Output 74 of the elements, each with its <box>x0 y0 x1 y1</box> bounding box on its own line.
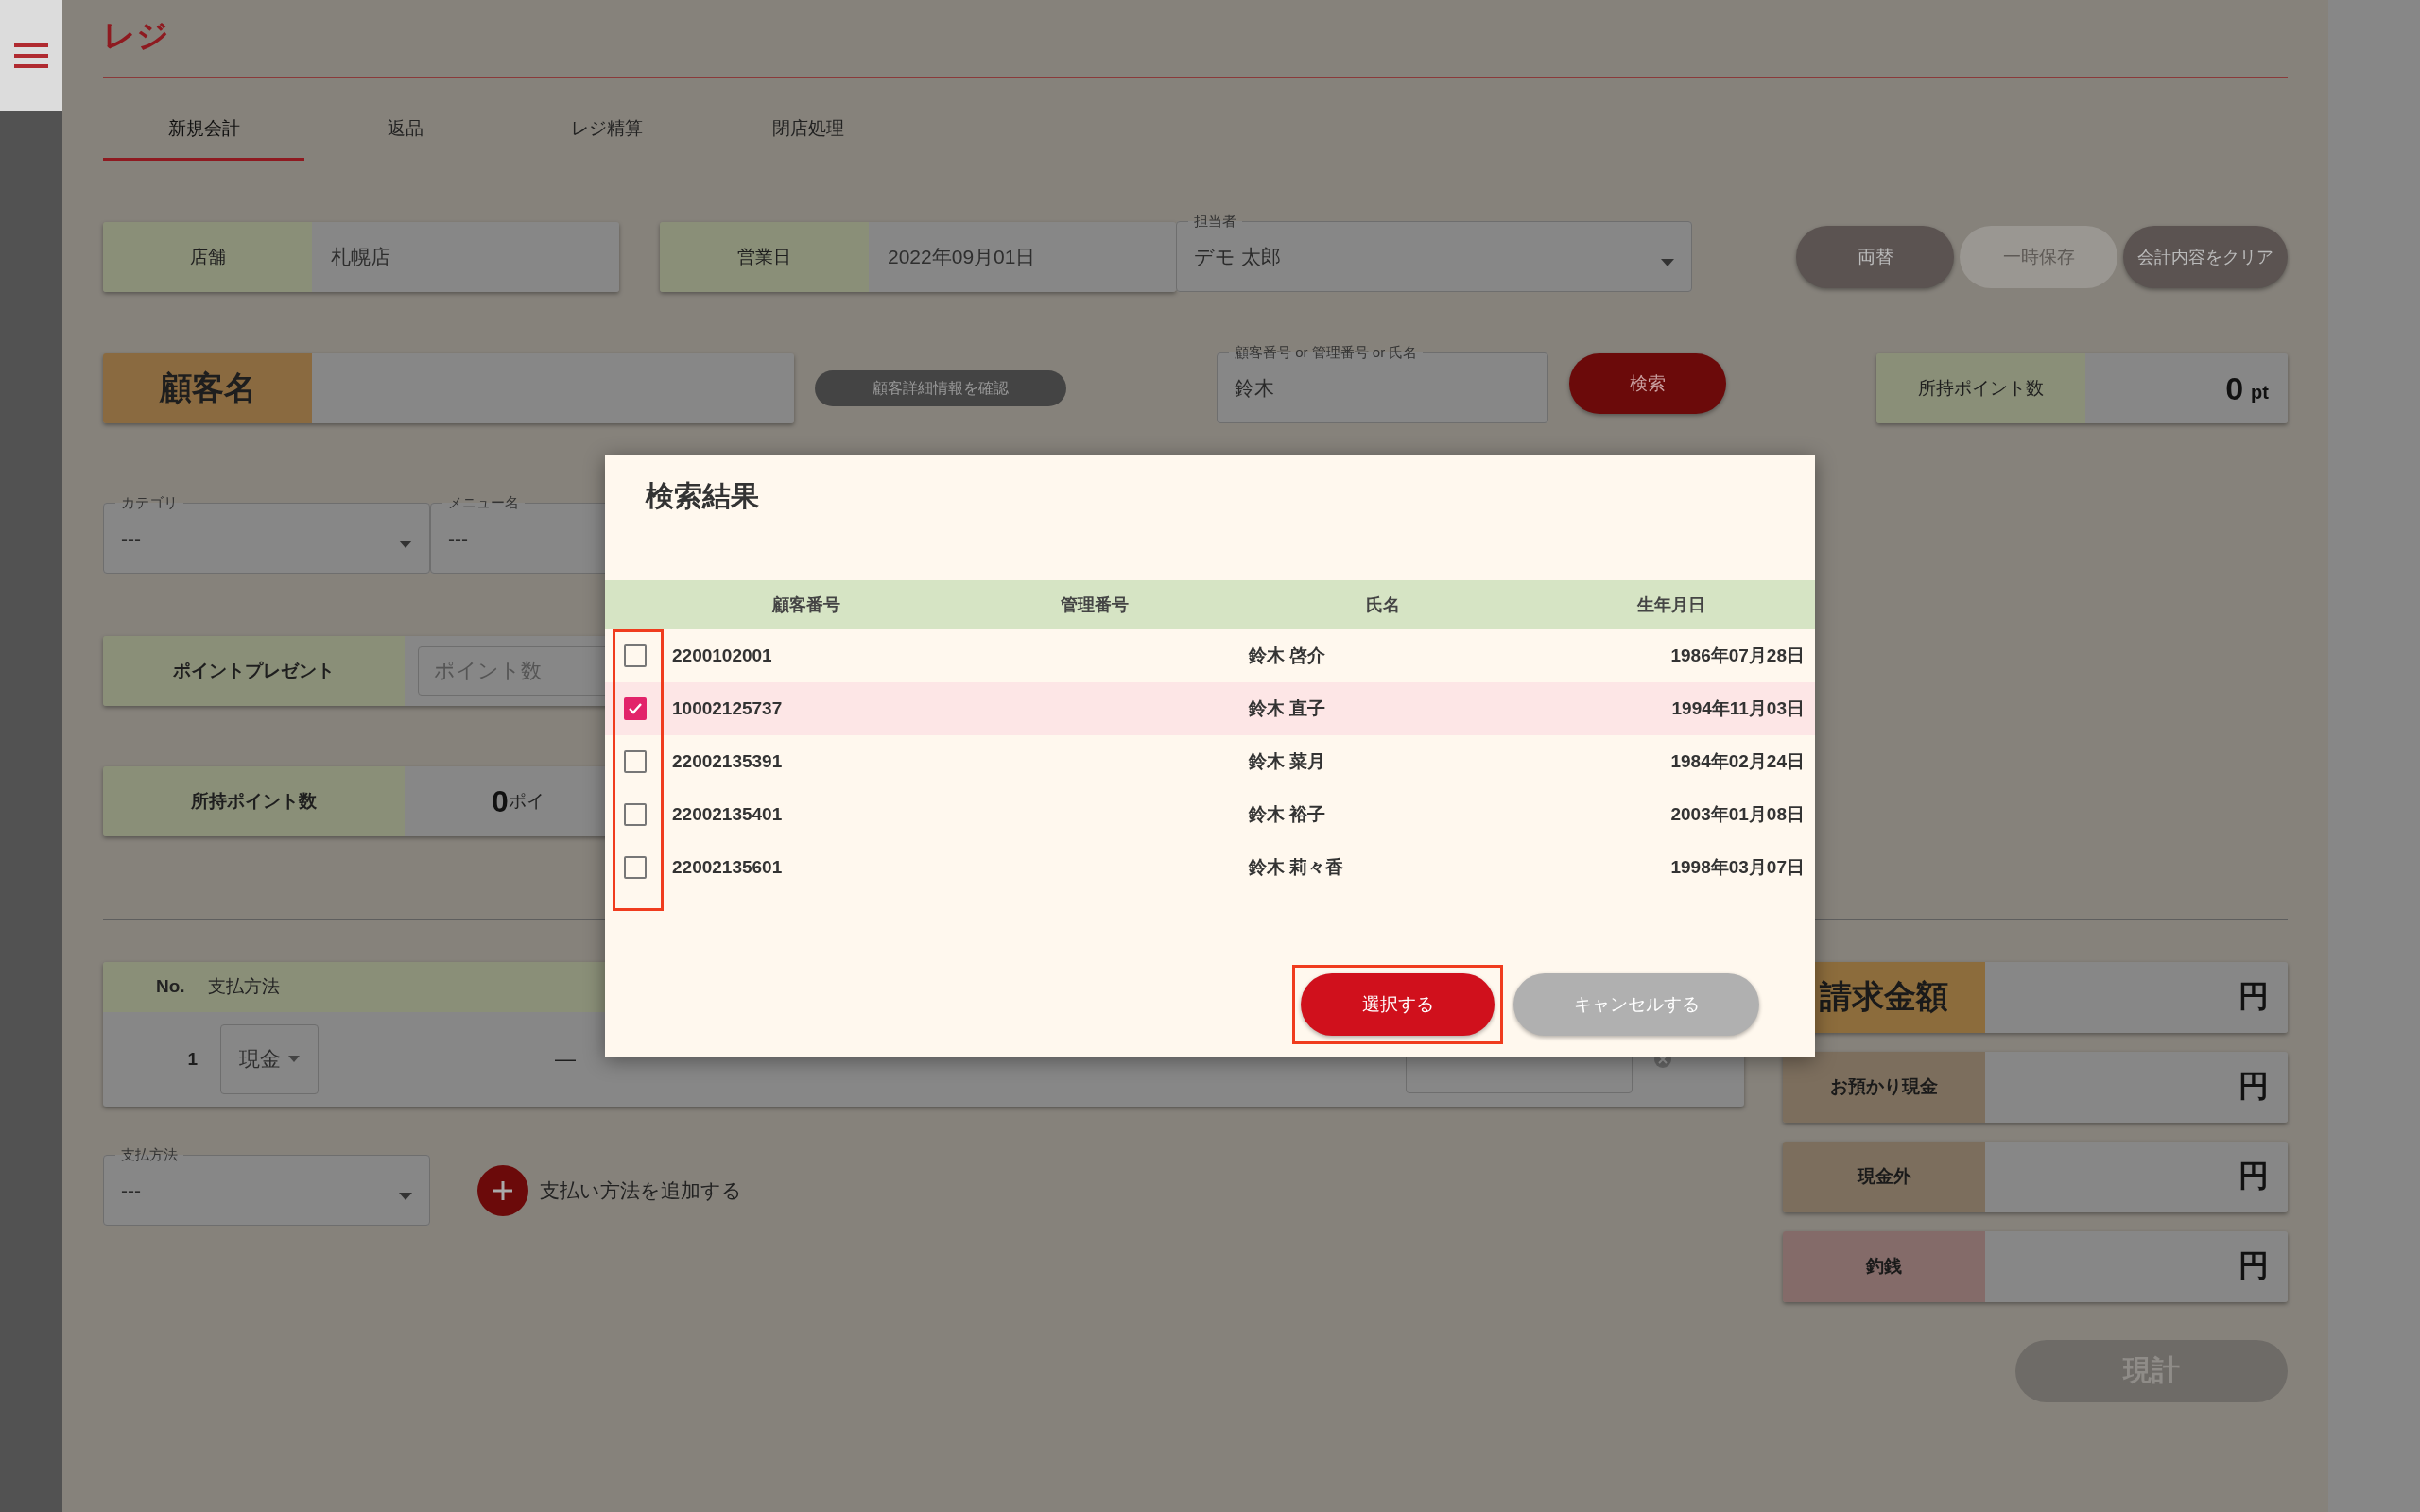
table-cell-text: 2003年01月08日 <box>1669 803 1806 826</box>
tab[interactable]: レジ精算 <box>506 99 707 161</box>
search-button[interactable]: 検索 <box>1569 353 1726 414</box>
field-label: 営業日 <box>660 222 869 292</box>
payment-method-select[interactable]: 支払方法 --- <box>103 1145 430 1226</box>
tab[interactable]: 閉店処理 <box>707 99 908 161</box>
category-select[interactable]: カテゴリ --- <box>103 493 430 574</box>
table-cell-text: 22002135401 <box>671 804 784 825</box>
points-value: 0 <box>492 783 509 819</box>
table-cell-text: 鈴木 啓介 <box>1247 644 1327 667</box>
cancel-button[interactable]: キャンセルする <box>1513 973 1759 1036</box>
table-cell-text: 鈴木 直子 <box>1247 697 1327 720</box>
column-header: 支払方法 <box>207 975 280 998</box>
menu-button[interactable] <box>0 0 62 111</box>
points-value: 0 <box>2225 369 2244 407</box>
yen-unit: 円 <box>2238 1158 2269 1194</box>
field-label: 所持ポイント数 <box>1876 353 2085 423</box>
search-field[interactable]: 顧客番号 or 管理番号 or 氏名 鈴木 <box>1217 344 1548 423</box>
points-unit: pt <box>2251 381 2269 404</box>
column-header: 管理番号 <box>1059 594 1130 616</box>
table-cell-text: 1998年03月07日 <box>1669 856 1806 879</box>
result-row[interactable]: 22002135401 鈴木 裕子 2003年01月08日 <box>605 788 1815 841</box>
table-cell-text: 鈴木 莉々香 <box>1247 856 1345 879</box>
customer-label: 顧客名 <box>103 353 312 423</box>
table-cell-text: 鈴木 裕子 <box>1247 803 1327 826</box>
result-row[interactable]: 22002135601 鈴木 莉々香 1998年03月07日 <box>605 841 1815 894</box>
staff-select[interactable]: 担当者 デモ 太郎 <box>1176 213 1692 292</box>
action-button[interactable]: 会計内容をクリア <box>2123 226 2288 288</box>
column-header: No. <box>156 976 185 997</box>
column-header: 生年月日 <box>1635 594 1706 616</box>
table-cell-text: 1986年07月28日 <box>1669 644 1806 667</box>
yen-unit: 円 <box>2238 1247 2269 1284</box>
tab[interactable]: 新規会計 <box>103 99 304 161</box>
table-cell-text: 22002135391 <box>671 751 784 772</box>
page-title: レジ <box>103 16 169 55</box>
field-value: 2022年09月01日 <box>869 222 1176 292</box>
plus-icon <box>477 1164 528 1216</box>
action-button[interactable]: 両替 <box>1796 226 1954 288</box>
column-header: 氏名 <box>1364 594 1401 616</box>
payment-method-select[interactable]: 現金 <box>220 1023 319 1094</box>
add-payment-button[interactable]: 支払い方法を追加する <box>477 1164 742 1216</box>
checkbox[interactable] <box>624 697 647 720</box>
menu-icon <box>14 43 48 68</box>
field-label: ポイントプレゼント <box>103 635 405 706</box>
caret-icon <box>288 1056 300 1062</box>
total-label: 現金外 <box>1783 1141 1985 1212</box>
table-cell-text: 鈴木 菜月 <box>1247 750 1327 773</box>
row-number: 1 <box>186 1048 198 1070</box>
column-header: 顧客番号 <box>770 594 841 616</box>
table-cell-text: 2200102001 <box>671 645 773 666</box>
caret-icon <box>1661 259 1674 266</box>
yen-unit: 円 <box>2238 1068 2269 1105</box>
total-label: 釣銭 <box>1783 1230 1985 1302</box>
yen-unit: 円 <box>2238 978 2269 1015</box>
tab[interactable]: 返品 <box>304 99 506 161</box>
table-cell-text: 10002125737 <box>671 698 784 719</box>
caret-icon <box>399 540 412 548</box>
select-button[interactable]: 選択する <box>1301 973 1495 1036</box>
table-cell-text: 22002135601 <box>671 857 784 878</box>
field-label: 店舗 <box>103 222 312 292</box>
field-value: 札幌店 <box>312 222 619 292</box>
points-unit: ポイ <box>508 790 544 813</box>
checkbox[interactable] <box>624 803 647 826</box>
table-cell: — <box>555 1046 576 1072</box>
total-label: お預かり現金 <box>1783 1051 1985 1123</box>
result-row[interactable]: 22002135391 鈴木 菜月 1984年02月24日 <box>605 735 1815 788</box>
checkbox[interactable] <box>624 644 647 667</box>
checkbox[interactable] <box>624 750 647 773</box>
customer-detail-button[interactable]: 顧客詳細情報を確認 <box>815 370 1066 406</box>
table-cell-text: 1984年02月24日 <box>1669 750 1806 773</box>
caret-icon <box>399 1192 412 1200</box>
checkbox[interactable] <box>624 856 647 879</box>
field-label: 所持ポイント数 <box>103 766 405 836</box>
table-cell-text: 1994年11月03日 <box>1670 697 1806 720</box>
